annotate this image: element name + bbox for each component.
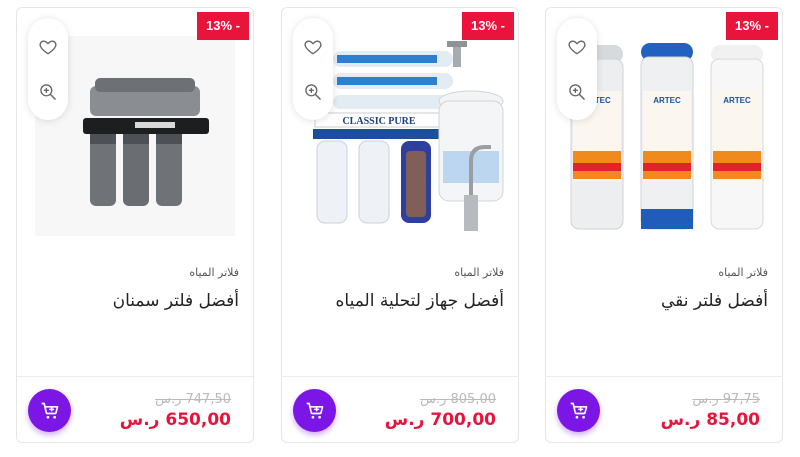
sale-price: 85,00 ر.س: [660, 410, 760, 430]
zoom-in-icon[interactable]: [38, 82, 58, 102]
product-card[interactable]: ARTEC ARTEC ARTEC 13% -: [545, 7, 783, 443]
divider: [282, 376, 518, 377]
discount-badge: 13% -: [197, 12, 249, 40]
brand-text: ARTEC: [723, 96, 751, 105]
discount-badge: 13% -: [726, 12, 778, 40]
product-title[interactable]: أفضل فلتر نقي: [560, 291, 768, 311]
cart-icon: [306, 402, 323, 419]
add-to-cart-button[interactable]: [28, 389, 71, 432]
product-category[interactable]: فلاتر المياه: [718, 266, 768, 279]
sale-price: 650,00 ر.س: [119, 410, 231, 430]
cart-icon: [41, 402, 58, 419]
brand-text: ARTEC: [653, 96, 681, 105]
product-title[interactable]: أفضل فلتر سمنان: [31, 291, 239, 311]
old-price: 747,50 ر.س: [155, 392, 231, 407]
product-card[interactable]: CLASSIC PURE 13% - فلاتر المياه أفضل جها…: [281, 7, 519, 443]
sale-price: 700,00 ر.س: [384, 410, 496, 430]
discount-badge: 13% -: [462, 12, 514, 40]
old-price: 805,00 ر.س: [420, 392, 496, 407]
product-title[interactable]: أفضل جهاز لتحلية المياه: [296, 291, 504, 311]
product-card[interactable]: 13% - فلاتر المياه أفضل فلتر سمنان 747,5…: [16, 7, 254, 443]
cart-icon: [570, 402, 587, 419]
brand-text: CLASSIC PURE: [342, 116, 415, 127]
zoom-in-icon[interactable]: [303, 82, 323, 102]
divider: [17, 376, 253, 377]
heart-icon[interactable]: [567, 37, 587, 57]
product-category[interactable]: فلاتر المياه: [189, 266, 239, 279]
zoom-in-icon[interactable]: [567, 82, 587, 102]
heart-icon[interactable]: [303, 37, 323, 57]
add-to-cart-button[interactable]: [293, 389, 336, 432]
product-actions: [28, 18, 68, 120]
product-actions: [557, 18, 597, 120]
old-price: 97,75 ر.س: [692, 392, 760, 407]
heart-icon[interactable]: [38, 37, 58, 57]
add-to-cart-button[interactable]: [557, 389, 600, 432]
product-category[interactable]: فلاتر المياه: [454, 266, 504, 279]
product-actions: [293, 18, 333, 120]
divider: [546, 376, 782, 377]
